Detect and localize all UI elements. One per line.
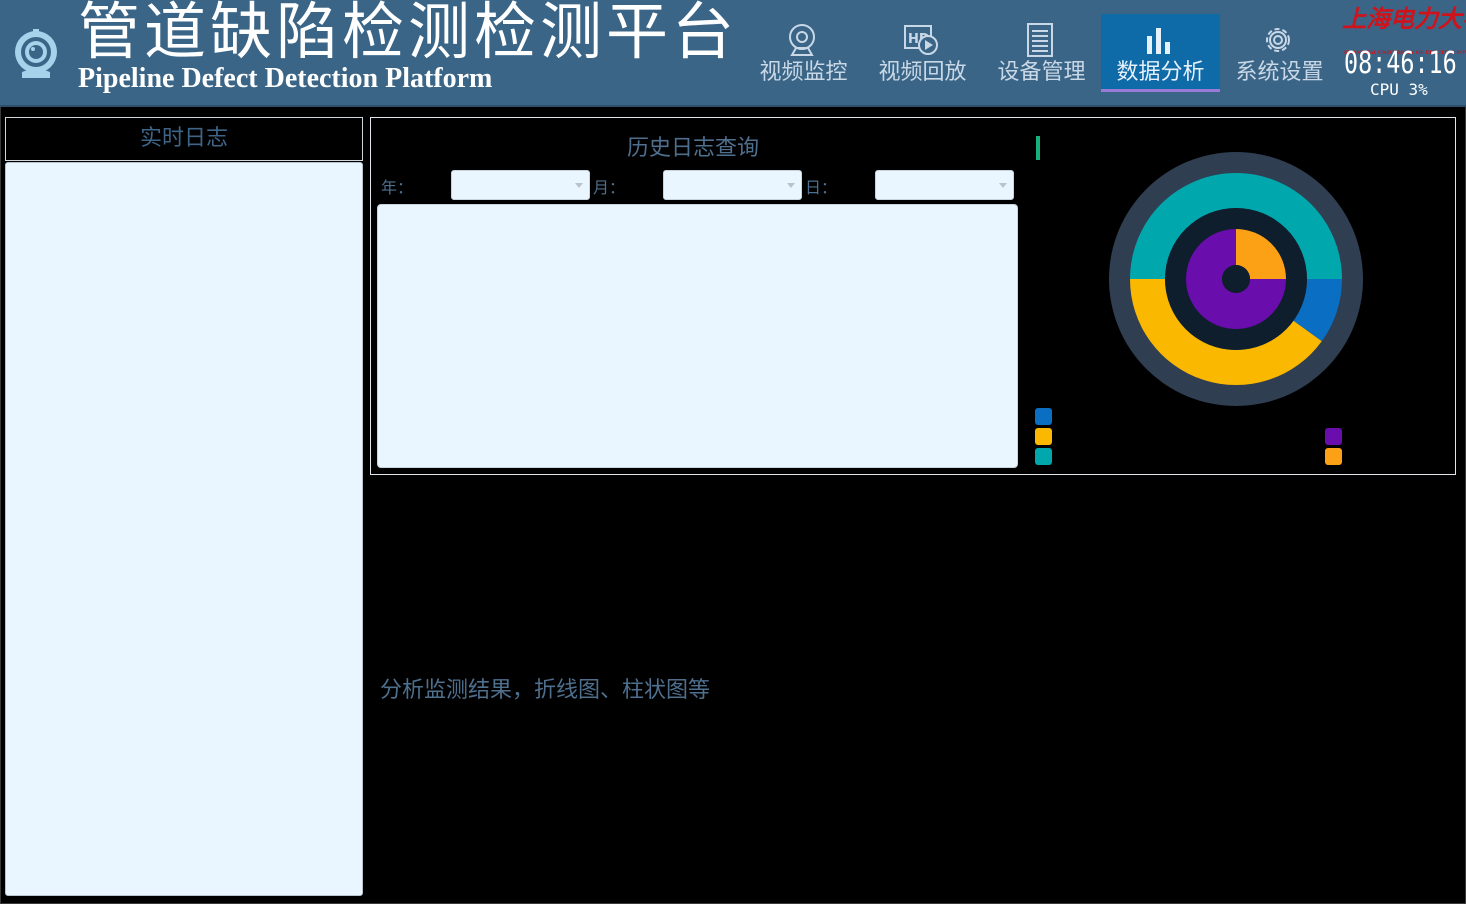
app-header: 管道缺陷检测检测平台 Pipeline Defect Detection Pla… (0, 0, 1466, 107)
main-nav: 视频监控 HD 视频回放 设备管理 数据分析 系统设置 (744, 14, 1339, 94)
realtime-log-title: 实时日志 (5, 117, 363, 161)
bar-chart-icon (1147, 28, 1170, 54)
chevron-down-icon (999, 183, 1007, 188)
app-subtitle: Pipeline Defect Detection Platform (78, 63, 493, 94)
realtime-log-list[interactable] (5, 162, 363, 896)
status-indicator (1036, 136, 1040, 160)
list-document-icon (1027, 23, 1053, 57)
legend-swatch (1035, 448, 1052, 465)
history-log-list[interactable] (377, 204, 1018, 468)
university-logo-text: 上海电力大学 (1342, 4, 1466, 33)
history-log-panel: 历史日志查询 年： 月： 日： (370, 117, 1456, 475)
chevron-down-icon (575, 183, 583, 188)
nav-label: 视频监控 (759, 60, 848, 85)
university-logo: 上海电力大学 SHANGHAI UNIVERSITY OF ELECTRIC P… (1342, 4, 1466, 56)
gear-icon (1266, 28, 1290, 52)
chevron-down-icon (787, 183, 795, 188)
donut-center (1222, 265, 1250, 293)
nav-label: 数据分析 (1116, 60, 1205, 85)
app-title: 管道缺陷检测检测平台 (78, 0, 739, 68)
nav-label: 设备管理 (997, 60, 1086, 85)
year-select[interactable] (451, 170, 590, 200)
nav-video-monitor[interactable]: 视频监控 (744, 14, 863, 92)
nav-system-settings[interactable]: 系统设置 (1220, 14, 1339, 92)
nav-label: 系统设置 (1235, 60, 1324, 85)
legend-swatch (1325, 428, 1342, 445)
nav-video-playback[interactable]: HD 视频回放 (863, 14, 982, 92)
month-label: 月： (593, 178, 626, 197)
legend-swatch (1035, 408, 1052, 425)
day-label: 日： (805, 178, 838, 197)
webcam-icon (789, 24, 815, 56)
camera-icon (15, 29, 57, 78)
year-label: 年： (381, 178, 414, 197)
history-log-title: 历史日志查询 (627, 136, 760, 161)
legend-swatch (1035, 428, 1052, 445)
clock-display: 08:46:16 (1344, 46, 1457, 81)
hd-playback-icon: HD (904, 25, 938, 55)
legend-swatch (1325, 448, 1342, 465)
nav-device-management[interactable]: 设备管理 (982, 14, 1101, 92)
month-select[interactable] (663, 170, 802, 200)
cpu-usage: CPU 3% (1370, 80, 1428, 99)
nav-data-analysis[interactable]: 数据分析 (1101, 14, 1220, 92)
day-select[interactable] (875, 170, 1014, 200)
donut-chart (1109, 152, 1363, 406)
nav-label: 视频回放 (878, 60, 967, 85)
analysis-placeholder: 分析监测结果，折线图、柱状图等 (380, 678, 711, 703)
